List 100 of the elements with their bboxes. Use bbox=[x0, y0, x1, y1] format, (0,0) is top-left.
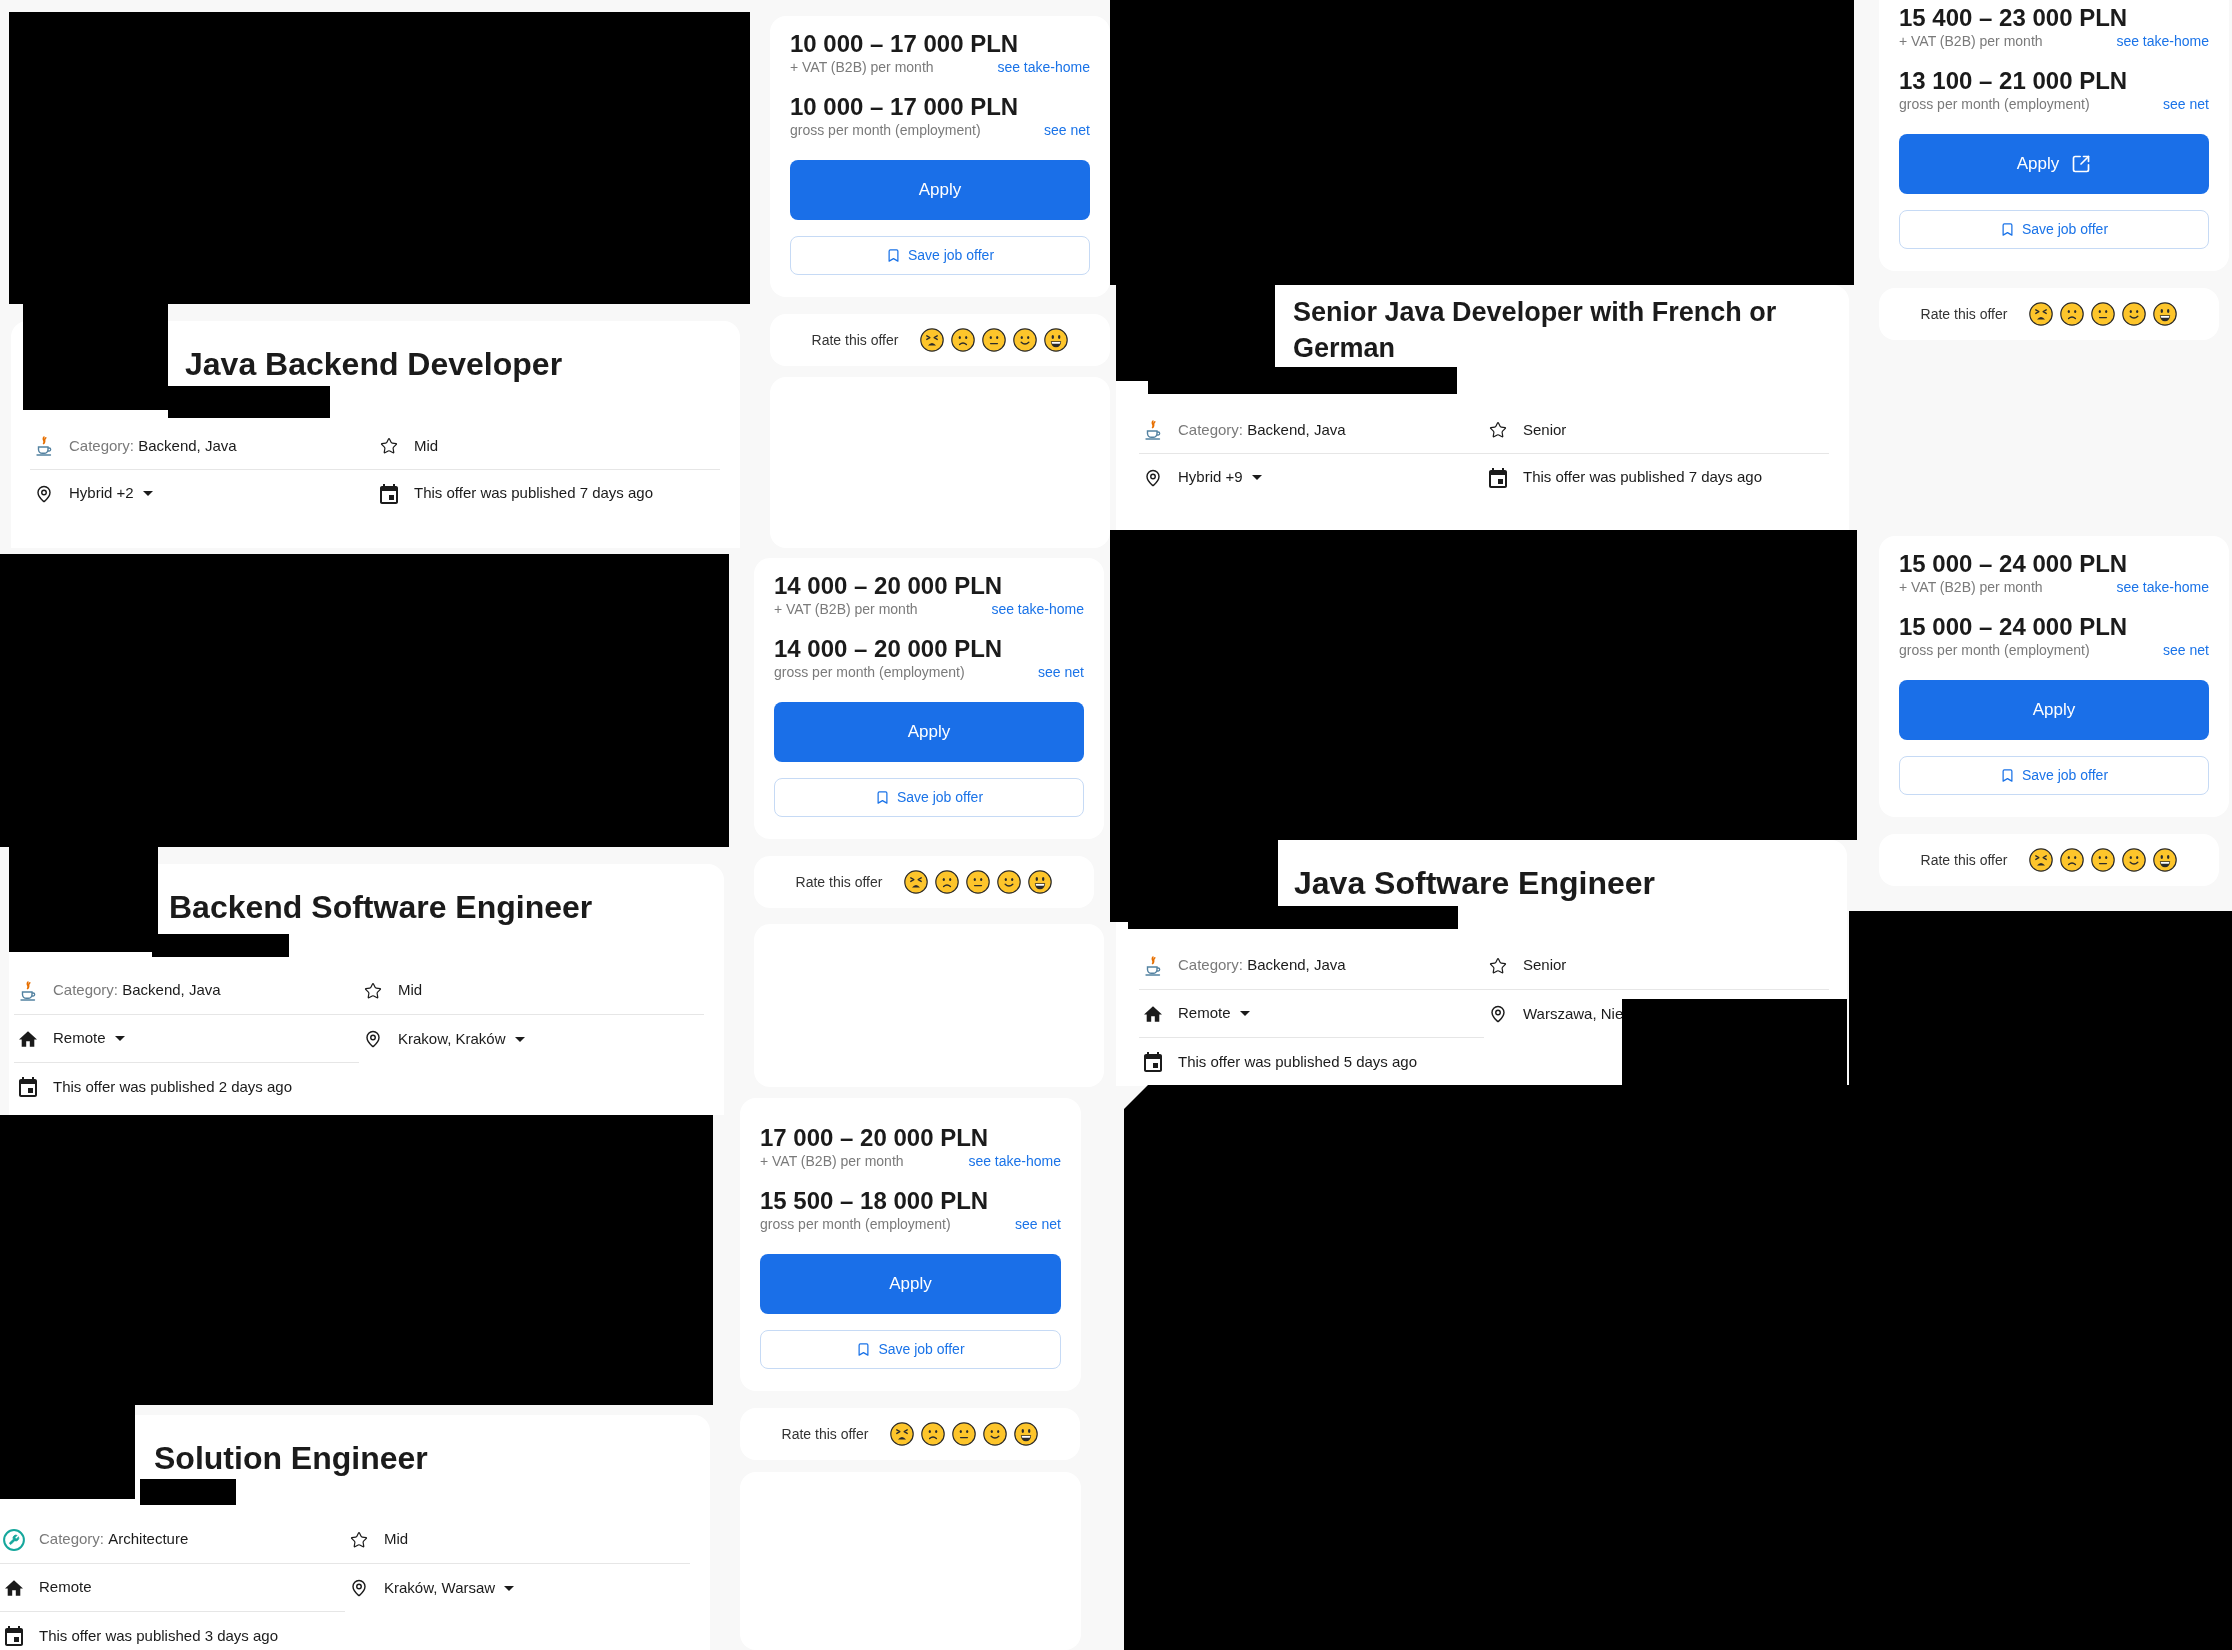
salary-details-link[interactable]: see take-home bbox=[991, 598, 1084, 620]
home-icon bbox=[5, 1579, 23, 1596]
frowning-face-icon[interactable] bbox=[2060, 848, 2085, 872]
location-dropdown[interactable]: Kraków, Warsaw bbox=[384, 1576, 515, 1600]
neutral-face-icon[interactable] bbox=[966, 870, 991, 894]
rating-label: Rate this offer bbox=[1920, 850, 2008, 870]
grinning-face-icon[interactable] bbox=[2153, 848, 2178, 872]
tired-face-icon[interactable] bbox=[890, 1422, 915, 1446]
published-date-text: This offer was published 7 days ago bbox=[414, 483, 654, 504]
salary-details-link[interactable]: see take-home bbox=[2116, 576, 2209, 598]
save-job-offer-button[interactable]: Save job offer bbox=[760, 1330, 1061, 1369]
salary-amount: 17 000 – 20 000 PLN bbox=[760, 1125, 989, 1151]
grinning-face-icon[interactable] bbox=[1044, 328, 1069, 352]
smiling-face-icon[interactable] bbox=[2122, 848, 2147, 872]
apply-button[interactable]: Apply bbox=[760, 1254, 1061, 1314]
frowning-face-icon[interactable] bbox=[2060, 302, 2085, 326]
salary-amount: 13 100 – 21 000 PLN bbox=[1899, 68, 2128, 94]
frowning-face-icon[interactable] bbox=[951, 328, 976, 352]
salary-note: gross per month (employment) bbox=[1899, 94, 2090, 114]
salary-details-link[interactable]: see take-home bbox=[968, 1150, 1061, 1172]
rating-label: Rate this offer bbox=[1920, 304, 2008, 324]
apply-button[interactable]: Apply bbox=[1899, 680, 2209, 740]
save-job-offer-button[interactable]: Save job offer bbox=[1899, 210, 2209, 249]
published-date-text: This offer was published 2 days ago bbox=[53, 1076, 293, 1097]
map-pin-icon bbox=[1144, 468, 1162, 487]
published-date-text: This offer was published 7 days ago bbox=[1523, 467, 1763, 488]
job-title: Java Backend Developer bbox=[185, 345, 564, 384]
smiling-face-icon[interactable] bbox=[2122, 302, 2147, 326]
job-title: Java Software Engineer bbox=[1294, 864, 1657, 903]
neutral-face-icon[interactable] bbox=[982, 328, 1007, 352]
salary-note: + VAT (B2B) per month bbox=[760, 1151, 904, 1171]
caret-down-icon bbox=[1251, 475, 1262, 480]
smiling-face-icon[interactable] bbox=[983, 1422, 1008, 1446]
tired-face-icon[interactable] bbox=[2029, 302, 2054, 326]
salary-note: + VAT (B2B) per month bbox=[790, 57, 934, 77]
tired-face-icon[interactable] bbox=[2029, 848, 2054, 872]
tired-face-icon[interactable] bbox=[920, 328, 945, 352]
save-job-offer-button[interactable]: Save job offer bbox=[774, 778, 1084, 817]
bookmark-icon bbox=[856, 1342, 872, 1357]
job-title: Backend Software Engineer bbox=[169, 888, 594, 927]
rating-label: Rate this offer bbox=[795, 872, 883, 892]
salary-details-link[interactable]: see net bbox=[2163, 93, 2209, 115]
salary-amount: 15 500 – 18 000 PLN bbox=[760, 1188, 989, 1214]
salary-details-link[interactable]: see net bbox=[1038, 661, 1084, 683]
bookmark-icon bbox=[1999, 222, 2015, 237]
grinning-face-icon[interactable] bbox=[1014, 1422, 1039, 1446]
salary-amount: 15 000 – 24 000 PLN bbox=[1899, 614, 2128, 640]
published-date-text: This offer was published 5 days ago bbox=[1178, 1051, 1418, 1072]
frowning-face-icon[interactable] bbox=[921, 1422, 946, 1446]
salary-details-link[interactable]: see net bbox=[2163, 639, 2209, 661]
wrench-icon bbox=[3, 1528, 25, 1551]
location-dropdown[interactable]: Hybrid +9 bbox=[1178, 466, 1262, 489]
location-dropdown[interactable]: Krakow, Kraków bbox=[398, 1027, 525, 1051]
calendar-icon bbox=[5, 1626, 23, 1646]
apply-button[interactable]: Apply bbox=[1899, 134, 2209, 194]
caret-down-icon bbox=[142, 491, 153, 496]
salary-amount: 10 000 – 17 000 PLN bbox=[790, 31, 1019, 57]
salary-details-link[interactable]: see net bbox=[1044, 119, 1090, 141]
neutral-face-icon[interactable] bbox=[2091, 302, 2116, 326]
salary-details-link[interactable]: see net bbox=[1015, 1213, 1061, 1235]
smiling-face-icon[interactable] bbox=[997, 870, 1022, 894]
salary-note: gross per month (employment) bbox=[774, 662, 965, 682]
work-mode-text: Remote bbox=[39, 1577, 92, 1598]
salary-note: + VAT (B2B) per month bbox=[774, 599, 918, 619]
tired-face-icon[interactable] bbox=[904, 870, 929, 894]
salary-note: gross per month (employment) bbox=[1899, 640, 2090, 660]
salary-details-link[interactable]: see take-home bbox=[997, 56, 1090, 78]
star-icon bbox=[350, 1530, 368, 1549]
rating-label: Rate this offer bbox=[781, 1424, 869, 1444]
save-job-offer-button[interactable]: Save job offer bbox=[790, 236, 1090, 275]
star-icon bbox=[380, 437, 398, 455]
work-mode-dropdown[interactable]: Remote bbox=[1178, 1002, 1250, 1025]
apply-button[interactable]: Apply bbox=[774, 702, 1084, 762]
rating-label: Rate this offer bbox=[811, 330, 899, 350]
experience-level-text: Mid bbox=[414, 435, 439, 456]
salary-note: gross per month (employment) bbox=[760, 1214, 951, 1234]
map-pin-icon bbox=[35, 484, 53, 503]
smiling-face-icon[interactable] bbox=[1013, 328, 1038, 352]
salary-amount: 14 000 – 20 000 PLN bbox=[774, 573, 1003, 599]
neutral-face-icon[interactable] bbox=[2091, 848, 2116, 872]
location-dropdown[interactable]: Hybrid +2 bbox=[69, 482, 153, 505]
coffee-cup-icon bbox=[20, 980, 36, 1001]
bookmark-icon bbox=[885, 248, 901, 263]
experience-level-text: Mid bbox=[384, 1529, 409, 1550]
neutral-face-icon[interactable] bbox=[952, 1422, 977, 1446]
job-title: Senior Java Developer with French or German bbox=[1293, 296, 1778, 365]
frowning-face-icon[interactable] bbox=[935, 870, 960, 894]
location-text: Warszawa, Nie bbox=[1523, 1003, 1624, 1024]
home-icon bbox=[19, 1030, 37, 1047]
save-job-offer-button[interactable]: Save job offer bbox=[1899, 756, 2209, 795]
calendar-icon bbox=[19, 1077, 37, 1097]
star-icon bbox=[364, 981, 382, 1000]
work-mode-dropdown[interactable]: Remote bbox=[53, 1027, 125, 1050]
job-title: Solution Engineer bbox=[154, 1439, 429, 1478]
apply-button[interactable]: Apply bbox=[790, 160, 1090, 220]
caret-down-icon bbox=[514, 1036, 525, 1042]
grinning-face-icon[interactable] bbox=[1028, 870, 1053, 894]
salary-details-link[interactable]: see take-home bbox=[2116, 30, 2209, 52]
grinning-face-icon[interactable] bbox=[2153, 302, 2178, 326]
star-icon bbox=[1489, 421, 1507, 439]
